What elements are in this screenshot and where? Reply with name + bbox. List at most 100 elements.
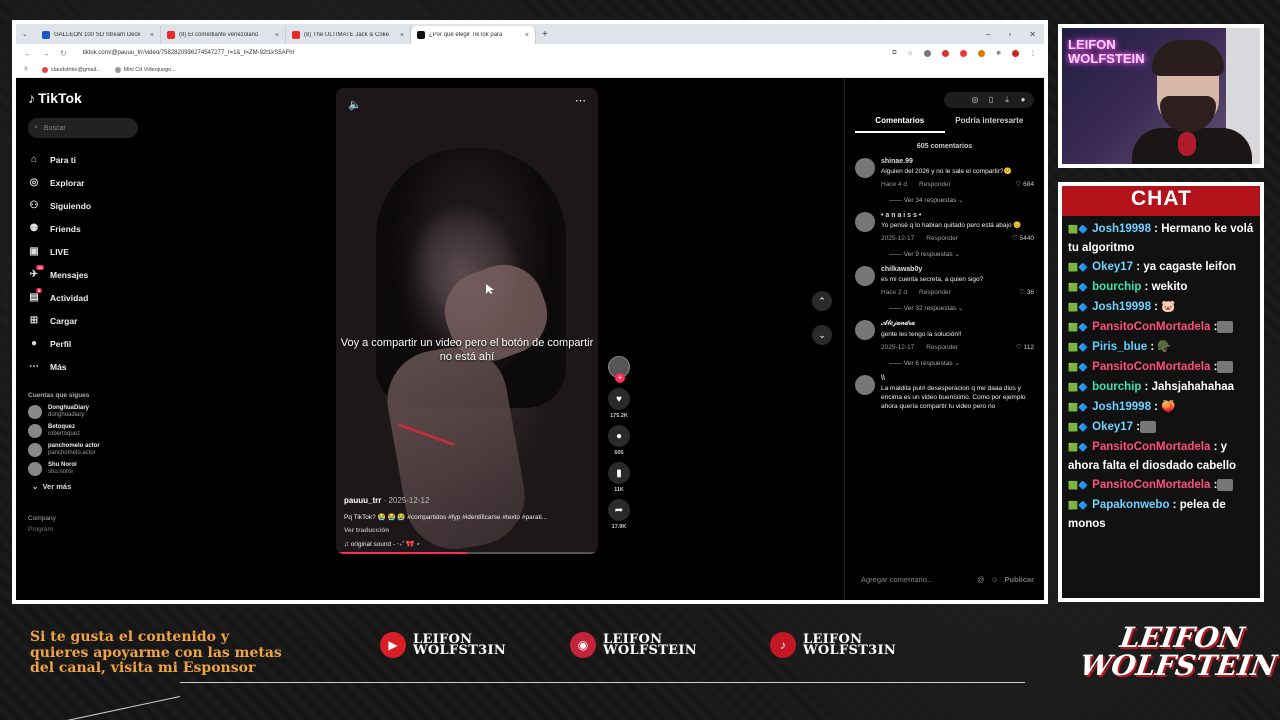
sidebar-item-mensajes[interactable]: ✈ 19 Mensajes xyxy=(28,263,156,286)
browser-tab[interactable]: (8) El comediante venezolano × xyxy=(161,26,286,44)
social-link[interactable]: ♪ LEIFON WOLFST3IN xyxy=(770,632,896,658)
view-replies-link[interactable]: —— Ver 32 respuestas ⌄ xyxy=(881,304,1034,312)
comment-input[interactable]: Agregar comentario... xyxy=(855,575,971,584)
tab-suggested[interactable]: Podría interesarte xyxy=(945,116,1035,133)
more-options-icon[interactable]: ⋯ xyxy=(575,94,586,107)
close-icon[interactable]: × xyxy=(275,32,279,39)
profile-avatar[interactable]: ● xyxy=(1018,95,1028,105)
view-replies-link[interactable]: —— Ver 6 respuestas ⌄ xyxy=(881,359,1034,367)
sidebar-item-friends[interactable]: ⚉ Friends xyxy=(28,217,156,240)
sidebar-item-actividad[interactable]: ▤ 8 Actividad xyxy=(28,286,156,309)
share-icon[interactable]: ➦ xyxy=(608,499,630,521)
reply-button[interactable]: Responder xyxy=(919,181,951,188)
chat-username[interactable]: PansitoConMortadela xyxy=(1092,441,1210,453)
puzzle-icon[interactable]: ✥ xyxy=(996,50,1001,57)
company-link[interactable]: Company xyxy=(28,515,156,522)
chat-username[interactable]: Okey17 xyxy=(1092,421,1133,433)
video-player[interactable]: 🔈 ⋯ Voy a compartir un video pero el bot… xyxy=(336,88,598,554)
comment-user[interactable]: 𝒜𝓁𝑒𝒿𝒶𝓃𝒹𝓇𝒶 xyxy=(881,320,1034,328)
new-tab-icon[interactable]: + xyxy=(536,29,554,40)
sidebar-item-para-ti[interactable]: ⌂ Para ti xyxy=(28,148,156,171)
sidebar-item-live[interactable]: ▣ LIVE xyxy=(28,240,156,263)
chat-username[interactable]: Papakonwebo xyxy=(1092,499,1169,511)
tab-comments[interactable]: Comentarios xyxy=(855,116,945,133)
close-icon[interactable]: × xyxy=(150,32,154,39)
extension-icon[interactable] xyxy=(977,49,985,57)
chat-username[interactable]: Josh19998 xyxy=(1092,223,1151,235)
profile-avatar[interactable] xyxy=(1012,49,1019,57)
following-item[interactable]: panchomelo actor panchomelo.actor xyxy=(28,443,156,457)
extension-icon[interactable] xyxy=(941,49,949,57)
reply-button[interactable]: Responder xyxy=(919,289,951,296)
reply-button[interactable]: Responder xyxy=(926,344,958,351)
social-link[interactable]: ▶ LEIFON WOLFST3IN xyxy=(380,632,506,658)
bookmark-game[interactable]: Mini Cd Videojuego... xyxy=(114,66,176,73)
chevron-up-icon[interactable]: ⌃ xyxy=(812,291,832,311)
close-icon[interactable]: × xyxy=(525,32,529,39)
chat-username[interactable]: Okey17 xyxy=(1092,261,1133,273)
volume-icon[interactable]: 🔈 xyxy=(348,98,362,111)
see-more-link[interactable]: ⌄ Ver más xyxy=(32,482,156,491)
video-author[interactable]: pauuu_trr · 2025-12-12 xyxy=(344,496,590,505)
comment-user[interactable]: shinae.99 xyxy=(881,158,1034,165)
comment-likes[interactable]: ♡ 36 xyxy=(1019,288,1034,296)
reload-icon[interactable]: ↻ xyxy=(60,49,67,58)
url-field[interactable]: tiktok.com/@pauuu_trr/video/758282093627… xyxy=(77,50,883,56)
sidebar-item-perfil[interactable]: ● Perfil xyxy=(28,332,156,355)
chat-username[interactable]: Josh19998 xyxy=(1092,401,1151,413)
chat-username[interactable]: bourchip xyxy=(1092,381,1141,393)
chat-username[interactable]: Piris_blue xyxy=(1092,341,1147,353)
publish-button[interactable]: Publicar xyxy=(1004,575,1034,584)
view-replies-link[interactable]: —— Ver 34 respuestas ⌄ xyxy=(881,196,1034,204)
extension-icon[interactable] xyxy=(959,49,967,57)
chat-username[interactable]: PansitoConMortadela xyxy=(1092,361,1210,373)
comment-user[interactable]: \\ xyxy=(881,375,1034,382)
following-item[interactable]: DonghuaDiary donghuadiary xyxy=(28,405,156,419)
video-progress-bar[interactable] xyxy=(336,552,598,554)
comment-likes[interactable]: ♡ 5440 xyxy=(1012,234,1034,242)
comment-action[interactable]: ● 605 xyxy=(608,425,630,456)
back-icon[interactable]: ← xyxy=(24,49,32,58)
close-icon[interactable]: × xyxy=(400,32,404,39)
bookmark-icon[interactable]: ▮ xyxy=(608,462,630,484)
sidebar-item-siguiendo[interactable]: ⚇ Siguiendo xyxy=(28,194,156,217)
follow-plus-icon[interactable]: + xyxy=(615,373,625,383)
share-action[interactable]: ➦ 17.9K xyxy=(608,499,630,530)
star-icon[interactable]: ☆ xyxy=(908,50,913,57)
sidebar-item-cargar[interactable]: ⊞ Cargar xyxy=(28,309,156,332)
browser-tab[interactable]: ¿Por qué elegir TikTok para × xyxy=(411,26,536,44)
view-replies-link[interactable]: —— Ver 9 respuestas ⌄ xyxy=(881,250,1034,258)
chevron-down-icon[interactable]: ⌄ xyxy=(812,325,832,345)
device-icon[interactable]: ▯ xyxy=(986,95,996,105)
program-link[interactable]: Program xyxy=(28,526,156,533)
translate-link[interactable]: Ver traducción xyxy=(344,527,590,534)
avatar[interactable] xyxy=(855,375,875,395)
browser-tab[interactable]: GALLEON 100 SD Stream Deck × xyxy=(36,26,161,44)
browser-tab[interactable]: (8) The ULTIMATE Jack & Coke × xyxy=(286,26,411,44)
mention-icon[interactable]: @ xyxy=(977,575,985,584)
sound-link[interactable]: ♫ original sound - ‧₊˚ 🎀 ⋆ xyxy=(344,540,590,548)
avatar[interactable] xyxy=(855,320,875,340)
sidebar-item-más[interactable]: ⋯ Más xyxy=(28,355,156,378)
bookmark-action[interactable]: ▮ 11K xyxy=(608,462,630,493)
sidebar-item-explorar[interactable]: ◎ Explorar xyxy=(28,171,156,194)
comment-likes[interactable]: ♡ 112 xyxy=(1016,343,1034,351)
menu-icon[interactable]: ⋮ xyxy=(1030,50,1036,57)
avatar[interactable] xyxy=(855,266,875,286)
comment-user[interactable]: chilkawab0y xyxy=(881,266,1034,273)
apps-icon[interactable]: ⠿ xyxy=(24,67,28,73)
emoji-icon[interactable]: ☺ xyxy=(991,575,999,584)
minimize-icon[interactable]: – xyxy=(986,30,990,39)
chat-username[interactable]: PansitoConMortadela xyxy=(1092,321,1210,333)
compass-icon[interactable]: ◎ xyxy=(970,95,980,105)
maximize-icon[interactable]: ▫ xyxy=(1008,30,1011,39)
bookmark-gmail[interactable]: claudstrike@gmail... xyxy=(42,66,101,73)
forward-icon[interactable]: → xyxy=(42,49,50,58)
following-item[interactable]: Shu Noroi shu.noroi xyxy=(28,462,156,476)
chat-username[interactable]: bourchip xyxy=(1092,281,1141,293)
chat-username[interactable]: Josh19998 xyxy=(1092,301,1151,313)
extension-icon[interactable] xyxy=(923,49,931,57)
avatar[interactable] xyxy=(855,158,875,178)
install-icon[interactable]: ⧉ xyxy=(892,50,896,57)
avatar[interactable] xyxy=(855,212,875,232)
